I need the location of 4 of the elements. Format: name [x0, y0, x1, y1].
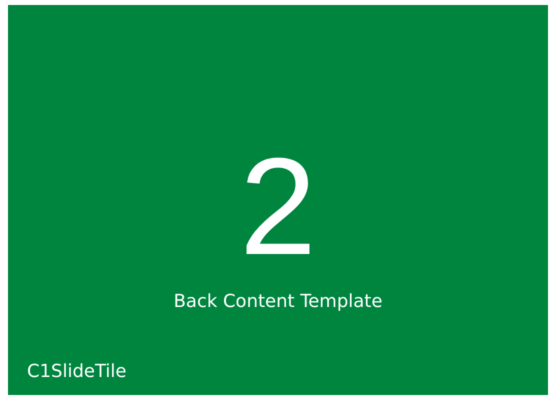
tile-number: 2: [240, 138, 316, 276]
tile-content-text: Back Content Template: [174, 291, 382, 312]
tile-header: C1SlideTile: [27, 361, 126, 382]
tile-background[interactable]: 2 Back Content Template C1SlideTile: [8, 5, 548, 395]
